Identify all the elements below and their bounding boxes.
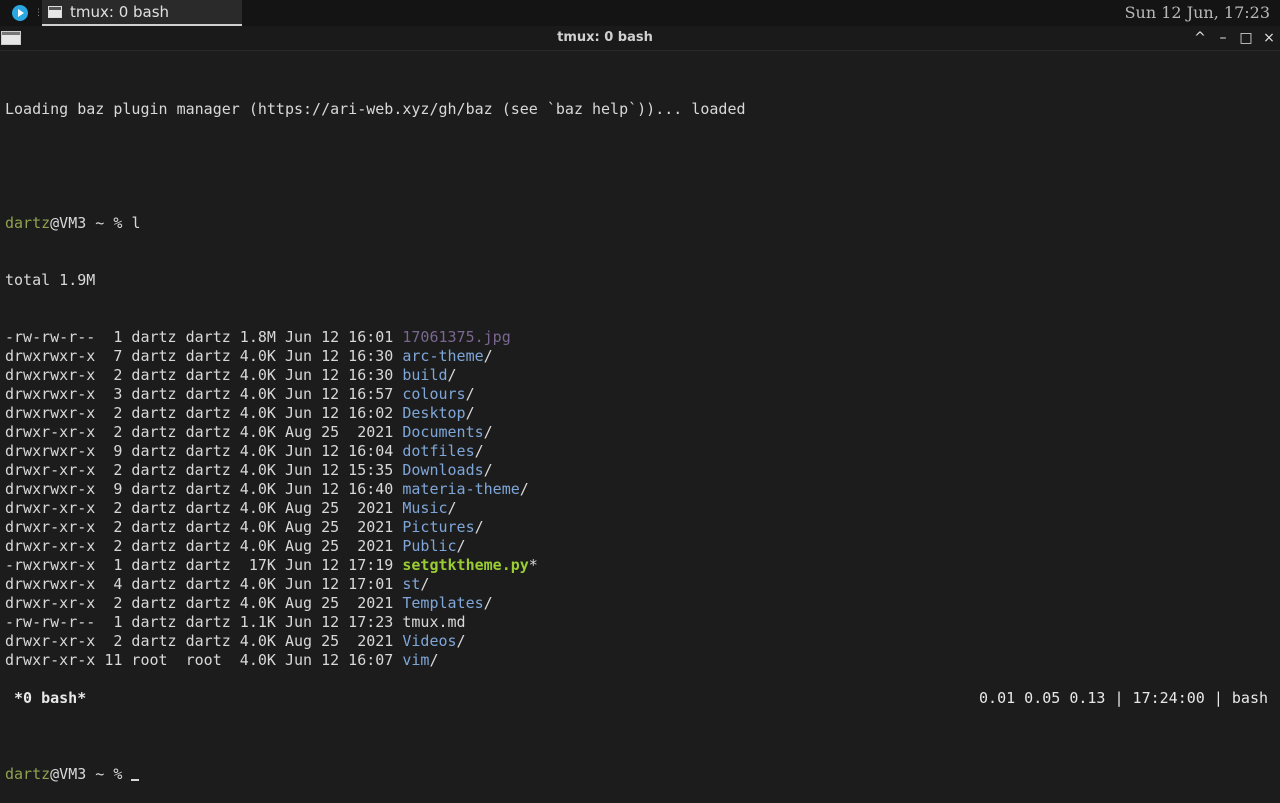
file-name: tmux.md — [402, 613, 466, 631]
active-prompt-line[interactable]: dartz@VM3 ~ % — [5, 765, 1275, 784]
file-metadata: drwxr-xr-x 2 dartz dartz 4.0K Aug 25 202… — [5, 594, 403, 612]
prompt-user: dartz — [5, 214, 51, 232]
file-type-suffix: / — [456, 632, 466, 650]
file-type-suffix: / — [474, 518, 484, 536]
file-metadata: drwxrwxr-x 2 dartz dartz 4.0K Jun 12 16:… — [5, 366, 403, 384]
prompt-host: @VM3 ~ % — [50, 214, 132, 232]
file-metadata: drwxr-xr-x 2 dartz dartz 4.0K Aug 25 202… — [5, 499, 403, 517]
plugin-loading-line: Loading baz plugin manager (https://ari-… — [5, 100, 746, 118]
listing-row: -rw-rw-r-- 1 dartz dartz 1.8M Jun 12 16:… — [5, 328, 1275, 347]
prompt-user: dartz — [5, 765, 51, 783]
prompt-line: dartz@VM3 ~ % l — [5, 214, 1275, 233]
file-type-suffix: / — [420, 575, 430, 593]
file-metadata: drwxrwxr-x 2 dartz dartz 4.0K Jun 12 16:… — [5, 404, 403, 422]
file-name: vim — [402, 651, 430, 669]
file-type-suffix: / — [474, 442, 484, 460]
file-name: Pictures — [402, 518, 475, 536]
minimize-button[interactable]: – — [1213, 28, 1233, 48]
file-name: build — [402, 366, 448, 384]
listing-row: drwxrwxr-x 9 dartz dartz 4.0K Jun 12 16:… — [5, 480, 1275, 499]
file-listing: -rw-rw-r-- 1 dartz dartz 1.8M Jun 12 16:… — [5, 328, 1275, 670]
file-name: Templates — [402, 594, 484, 612]
file-name: Downloads — [402, 461, 484, 479]
listing-row: drwxr-xr-x 2 dartz dartz 4.0K Aug 25 202… — [5, 537, 1275, 556]
listing-row: drwxr-xr-x 11 root root 4.0K Jun 12 16:0… — [5, 651, 1275, 670]
listing-row: drwxrwxr-x 2 dartz dartz 4.0K Jun 12 16:… — [5, 366, 1275, 385]
terminal-window-icon — [48, 6, 62, 18]
file-metadata: drwxrwxr-x 9 dartz dartz 4.0K Jun 12 16:… — [5, 480, 403, 498]
file-type-suffix: / — [483, 423, 493, 441]
listing-row: drwxrwxr-x 3 dartz dartz 4.0K Jun 12 16:… — [5, 385, 1275, 404]
file-metadata: drwxr-xr-x 2 dartz dartz 4.0K Aug 25 202… — [5, 632, 403, 650]
file-type-suffix: / — [519, 480, 529, 498]
listing-row: -rwxrwxr-x 1 dartz dartz 17K Jun 12 17:1… — [5, 556, 1275, 575]
maximize-button[interactable]: □ — [1236, 28, 1256, 48]
top-panel: ⋮ tmux: 0 bash Sun 12 Jun, 17:23 — [0, 0, 1280, 26]
listing-row: -rw-rw-r-- 1 dartz dartz 1.1K Jun 12 17:… — [5, 613, 1275, 632]
file-name: colours — [402, 385, 466, 403]
listing-row: drwxrwxr-x 2 dartz dartz 4.0K Jun 12 16:… — [5, 404, 1275, 423]
file-name: dotfiles — [402, 442, 475, 460]
file-metadata: drwxr-xr-x 2 dartz dartz 4.0K Aug 25 202… — [5, 537, 403, 555]
file-metadata: drwxrwxr-x 7 dartz dartz 4.0K Jun 12 16:… — [5, 347, 403, 365]
file-metadata: drwxr-xr-x 2 dartz dartz 4.0K Aug 25 202… — [5, 423, 403, 441]
file-metadata: drwxrwxr-x 3 dartz dartz 4.0K Jun 12 16:… — [5, 385, 403, 403]
command-text: l — [131, 214, 141, 232]
file-type-suffix: / — [447, 499, 457, 517]
file-metadata: drwxrwxr-x 4 dartz dartz 4.0K Jun 12 17:… — [5, 575, 403, 593]
file-type-suffix: * — [528, 556, 538, 574]
file-type-suffix: / — [447, 366, 457, 384]
file-name: st — [402, 575, 421, 593]
file-type-suffix: / — [456, 537, 466, 555]
file-name: Music — [402, 499, 448, 517]
file-name: arc-theme — [402, 347, 484, 365]
clock[interactable]: Sun 12 Jun, 17:23 — [1125, 3, 1270, 22]
listing-row: drwxr-xr-x 2 dartz dartz 4.0K Aug 25 202… — [5, 499, 1275, 518]
taskbar-item-tmux[interactable]: tmux: 0 bash — [42, 0, 242, 26]
prompt-host: @VM3 ~ % — [50, 765, 132, 783]
file-metadata: drwxr-xr-x 11 root root 4.0K Jun 12 16:0… — [5, 651, 403, 669]
tmux-window-list[interactable]: *0 bash* — [14, 688, 86, 708]
listing-row: drwxrwxr-x 4 dartz dartz 4.0K Jun 12 17:… — [5, 575, 1275, 594]
app-menu-icon[interactable] — [12, 5, 28, 21]
listing-row: drwxr-xr-x 2 dartz dartz 4.0K Aug 25 202… — [5, 594, 1275, 613]
file-metadata: drwxr-xr-x 2 dartz dartz 4.0K Jun 12 15:… — [5, 461, 403, 479]
file-type-suffix: / — [465, 385, 475, 403]
tmux-status-right: 0.01 0.05 0.13 | 17:24:00 | bash — [979, 689, 1268, 707]
file-type-suffix: / — [465, 404, 475, 422]
file-metadata: -rw-rw-r-- 1 dartz dartz 1.8M Jun 12 16:… — [5, 328, 403, 346]
listing-row: drwxrwxr-x 9 dartz dartz 4.0K Jun 12 16:… — [5, 442, 1275, 461]
taskbar-item-label: tmux: 0 bash — [70, 3, 170, 21]
file-type-suffix: / — [483, 594, 493, 612]
total-line: total 1.9M — [5, 271, 96, 289]
text-cursor — [131, 765, 140, 781]
file-type-suffix: / — [483, 461, 493, 479]
tmux-status-bar: *0 bash* 0.01 0.05 0.13 | 17:24:00 | bas… — [0, 688, 1280, 708]
file-name: Desktop — [402, 404, 466, 422]
file-name: setgtktheme.py — [402, 556, 529, 574]
window-title: tmux: 0 bash — [557, 30, 653, 45]
close-button[interactable]: × — [1259, 28, 1279, 48]
listing-row: drwxr-xr-x 2 dartz dartz 4.0K Aug 25 202… — [5, 423, 1275, 442]
workspace-switcher-icon[interactable]: ⋮ — [34, 7, 43, 19]
file-name: 17061375.jpg — [402, 328, 511, 346]
file-metadata: drwxr-xr-x 2 dartz dartz 4.0K Aug 25 202… — [5, 518, 403, 536]
file-name: Documents — [402, 423, 484, 441]
window-titlebar[interactable]: tmux: 0 bash ^ – □ × — [0, 26, 1280, 51]
listing-row: drwxr-xr-x 2 dartz dartz 4.0K Aug 25 202… — [5, 632, 1275, 651]
file-metadata: -rw-rw-r-- 1 dartz dartz 1.1K Jun 12 17:… — [5, 613, 403, 631]
listing-row: drwxrwxr-x 7 dartz dartz 4.0K Jun 12 16:… — [5, 347, 1275, 366]
file-name: materia-theme — [402, 480, 520, 498]
file-metadata: drwxrwxr-x 9 dartz dartz 4.0K Jun 12 16:… — [5, 442, 403, 460]
shade-button[interactable]: ^ — [1190, 28, 1210, 48]
file-type-suffix: / — [429, 651, 439, 669]
file-type-suffix: / — [483, 347, 493, 365]
listing-row: drwxr-xr-x 2 dartz dartz 4.0K Aug 25 202… — [5, 518, 1275, 537]
file-name: Public — [402, 537, 457, 555]
file-metadata: -rwxrwxr-x 1 dartz dartz 17K Jun 12 17:1… — [5, 556, 403, 574]
file-name: Videos — [402, 632, 457, 650]
listing-row: drwxr-xr-x 2 dartz dartz 4.0K Jun 12 15:… — [5, 461, 1275, 480]
